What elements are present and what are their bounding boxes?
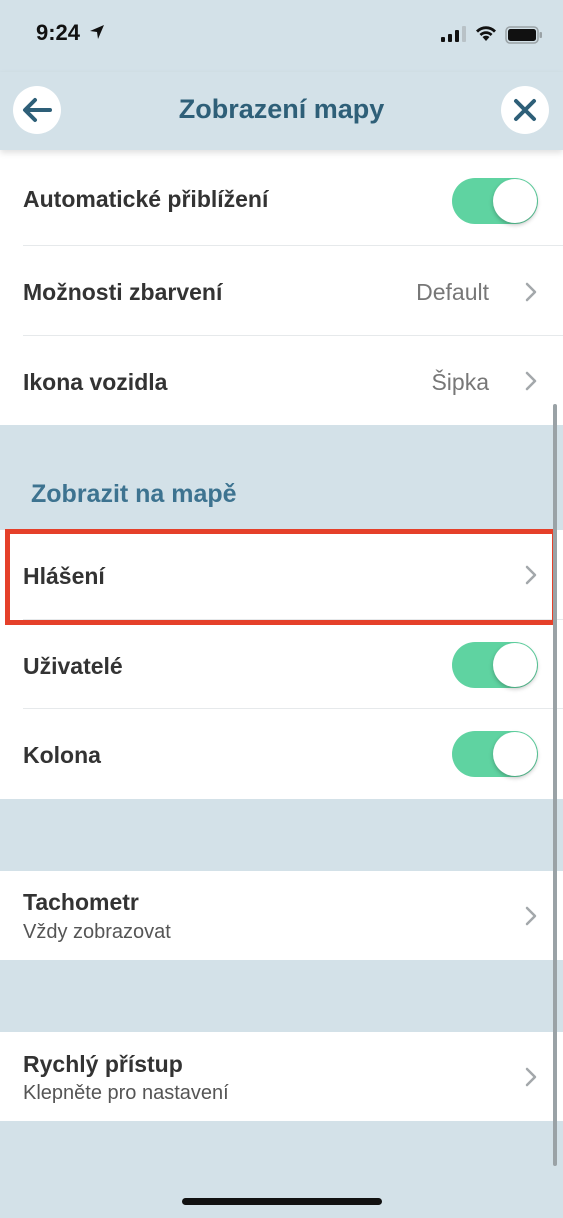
scrollbar[interactable] — [553, 404, 557, 1166]
battery-icon — [505, 26, 542, 44]
chevron-right-icon — [525, 565, 537, 585]
close-icon — [514, 99, 536, 121]
convoy-label: Kolona — [23, 742, 101, 768]
status-bar: 9:24 — [0, 0, 563, 72]
page-title: Zobrazení mapy — [178, 94, 385, 124]
users-toggle[interactable] — [452, 642, 538, 688]
vehicle-icon-value: Šipka — [431, 369, 489, 395]
nav-header: Zobrazení mapy — [0, 72, 563, 150]
reports-row[interactable]: Hlášení — [0, 530, 563, 620]
toggle-knob — [493, 732, 537, 776]
users-row[interactable]: Uživatelé — [0, 620, 563, 709]
chevron-right-icon — [525, 1067, 537, 1087]
quick-access-row[interactable]: Rychlý přístup Klepněte pro nastavení — [0, 1032, 563, 1121]
location-arrow-icon — [90, 25, 104, 39]
color-options-row[interactable]: Možnosti zbarvení Default — [0, 246, 563, 336]
toggle-knob — [493, 179, 537, 223]
quick-access-subtitle: Klepněte pro nastavení — [23, 1082, 229, 1104]
reports-label: Hlášení — [23, 563, 105, 589]
speedometer-label: Tachometr — [23, 889, 139, 915]
section-title: Zobrazit na mapě — [31, 480, 237, 508]
speedometer-row[interactable]: Tachometr Vždy zobrazovat — [0, 871, 563, 960]
auto-zoom-toggle[interactable] — [452, 178, 538, 224]
color-options-value: Default — [416, 279, 489, 305]
convoy-toggle[interactable] — [452, 731, 538, 777]
wifi-icon — [476, 26, 496, 41]
users-label: Uživatelé — [23, 653, 123, 679]
vehicle-icon-label: Ikona vozidla — [23, 369, 168, 395]
speedometer-subtitle: Vždy zobrazovat — [23, 921, 171, 943]
convoy-row[interactable]: Kolona — [0, 709, 563, 799]
color-options-label: Možnosti zbarvení — [23, 279, 223, 305]
close-button[interactable] — [501, 86, 549, 134]
chevron-right-icon — [525, 371, 537, 391]
vehicle-icon-row[interactable]: Ikona vozidla Šipka — [0, 336, 563, 425]
toggle-knob — [493, 643, 537, 687]
auto-zoom-label: Automatické přiblížení — [23, 186, 269, 212]
quick-access-label: Rychlý přístup — [23, 1051, 183, 1077]
auto-zoom-row[interactable]: Automatické přiblížení — [0, 150, 563, 246]
chevron-right-icon — [525, 906, 537, 926]
status-time: 9:24 — [36, 20, 81, 45]
home-indicator[interactable] — [182, 1198, 382, 1205]
cellular-signal-icon — [441, 26, 466, 42]
chevron-right-icon — [525, 282, 537, 302]
